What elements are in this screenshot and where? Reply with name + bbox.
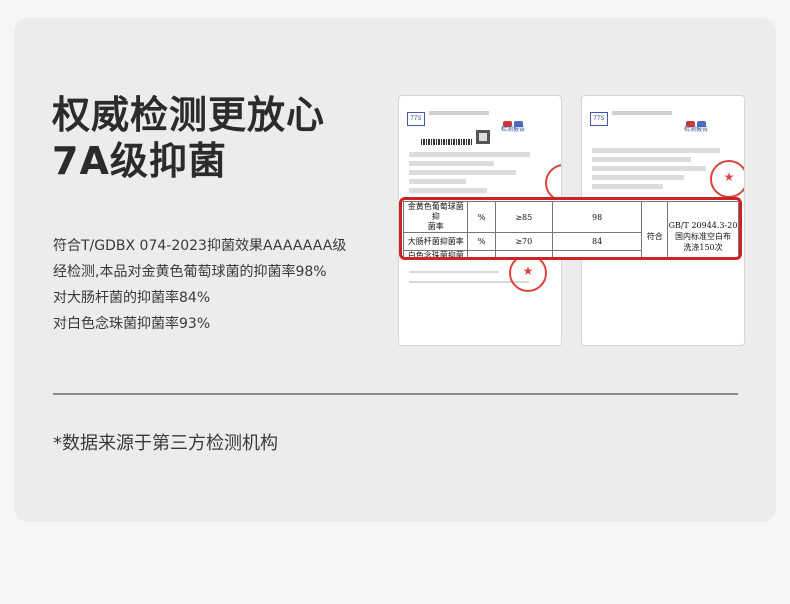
description-line-3: 对大肠杆菌的抑菌率84%: [53, 290, 211, 306]
results-table: 金黄色葡萄球菌抑 菌率 % ≥85 98 符合 GB/T 20944.3-20 …: [402, 201, 739, 257]
results-highlight: 金黄色葡萄球菌抑 菌率 % ≥85 98 符合 GB/T 20944.3-20 …: [399, 197, 742, 260]
report-title: 检测报告: [683, 126, 708, 133]
cert-logos: [503, 112, 533, 127]
report-logo: TTS: [407, 112, 425, 126]
standard-line-1: GB/T 20944.3-20: [668, 221, 738, 230]
cell-unit: %: [467, 250, 496, 257]
stamp-star: ★: [522, 264, 534, 278]
report-title: 检测报告: [500, 126, 525, 133]
table-row: 金黄色葡萄球菌抑 菌率 % ≥85 98 符合 GB/T 20944.3-20 …: [402, 201, 739, 257]
cell-result: 98: [551, 201, 643, 233]
item-name-cont: 菌率: [427, 222, 444, 231]
cell-requirement: ≥70: [494, 232, 553, 251]
qr-code: [476, 130, 490, 144]
divider: [53, 393, 738, 395]
cell-unit: %: [467, 232, 496, 251]
cell-requirement: ≥85: [494, 201, 553, 233]
description: 符合T/GDBX 074-2023抑菌效果AAAAAAA级 经检测,本品对金黄色…: [53, 233, 373, 337]
cell-result: 84: [551, 232, 643, 251]
cell-item: 大肠杆菌抑菌率: [402, 232, 469, 251]
headline-line-1: 权威检测更放心: [52, 93, 326, 137]
headline-line-2: 7A级抑菌: [52, 139, 227, 183]
cell-unit: %: [467, 201, 496, 233]
report-text-line: [409, 271, 499, 273]
cell-conclusion: 符合: [641, 201, 668, 257]
source-footnote: *数据来源于第三方检测机构: [53, 433, 278, 454]
description-line-2: 经检测,本品对金黄色葡萄球菌的抑菌率98%: [53, 264, 327, 280]
description-line-1: 符合T/GDBX 074-2023抑菌效果AAAAAAA级: [53, 238, 347, 254]
stamp-star: ★: [723, 170, 735, 184]
standard-line-2: 国内标准空白布: [675, 232, 731, 241]
report-logo: TTS: [590, 112, 608, 126]
description-line-4: 对白色念珠菌抑菌率93%: [53, 316, 211, 332]
standard-line-3: 洗涤150次: [683, 243, 723, 252]
cell-item: 金黄色葡萄球菌抑 菌率: [402, 201, 469, 233]
official-stamp: ★: [710, 160, 744, 198]
cell-result: 93: [551, 250, 643, 257]
barcode: [421, 139, 473, 145]
headline: 权威检测更放心 7A级抑菌: [52, 92, 325, 184]
cell-item: 白色念珠菌抑菌率: [402, 250, 469, 257]
item-name: 金黄色葡萄球菌抑: [407, 202, 464, 221]
cell-requirement: ≥70: [494, 250, 553, 257]
report-org-line: [612, 111, 672, 115]
cert-logos: [686, 112, 716, 127]
cell-standard: GB/T 20944.3-20 国内标准空白布 洗涤150次: [667, 201, 739, 257]
report-org-line: [429, 111, 489, 115]
